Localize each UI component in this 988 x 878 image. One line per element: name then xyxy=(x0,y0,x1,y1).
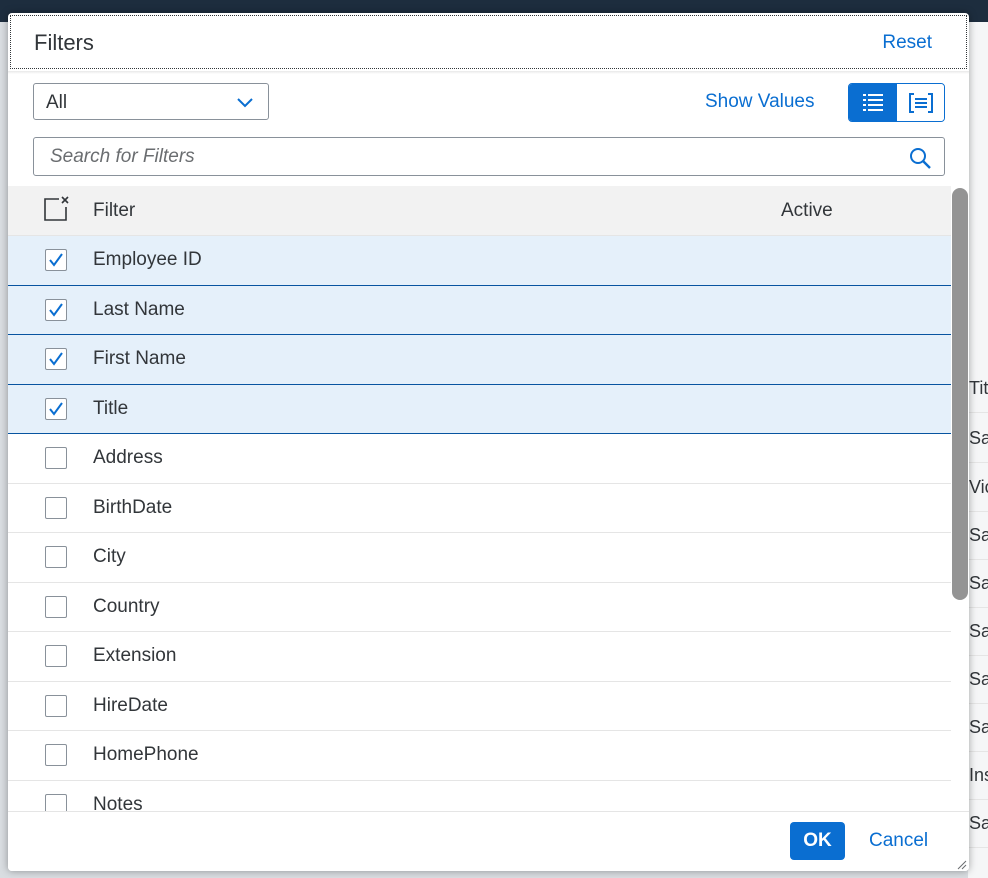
row-label: HireDate xyxy=(93,694,168,716)
background-cell: Sa xyxy=(968,511,988,560)
table-row[interactable]: City xyxy=(8,533,951,583)
background-cell: Vic xyxy=(968,463,988,512)
filter-scope-select[interactable]: All xyxy=(33,83,269,120)
row-label: Last Name xyxy=(93,298,185,320)
cancel-button[interactable]: Cancel xyxy=(869,822,928,860)
table-row[interactable]: Address xyxy=(8,434,951,484)
row-label: Country xyxy=(93,595,160,617)
background-cell: Tit xyxy=(968,364,988,413)
show-values-link[interactable]: Show Values xyxy=(705,83,815,120)
header-divider xyxy=(8,71,969,74)
row-checkbox[interactable] xyxy=(45,793,67,811)
table-row[interactable]: HomePhone xyxy=(8,731,951,781)
table-row[interactable]: Notes xyxy=(8,780,951,812)
reset-button[interactable]: Reset xyxy=(882,16,932,70)
background-cell: Sa xyxy=(968,414,988,463)
grouped-view-button[interactable] xyxy=(896,84,944,121)
row-checkbox[interactable] xyxy=(45,298,67,321)
table-row[interactable]: Last Name xyxy=(8,285,951,335)
table-scrollbar[interactable] xyxy=(951,186,969,811)
background-cell: Sa xyxy=(968,607,988,656)
checkmark-icon xyxy=(49,401,63,416)
list-view-icon xyxy=(862,93,883,111)
view-toggle xyxy=(848,83,945,122)
row-checkbox[interactable] xyxy=(45,249,67,271)
row-checkbox[interactable] xyxy=(45,645,67,667)
table-row[interactable]: Extension xyxy=(8,632,951,682)
row-checkbox[interactable] xyxy=(45,496,67,519)
filters-table: Filter Active Employee ID Last Name Firs… xyxy=(8,186,951,811)
table-row[interactable]: Title xyxy=(8,384,951,434)
dialog-title: Filters xyxy=(34,30,94,55)
table-row[interactable]: Country xyxy=(8,582,951,632)
table-row[interactable]: BirthDate xyxy=(8,483,951,533)
background-cell: Sa xyxy=(968,655,988,704)
checkmark-icon xyxy=(49,302,63,317)
background-cell: Sa xyxy=(968,559,988,608)
background-cell: Ins xyxy=(968,751,988,800)
row-label: BirthDate xyxy=(93,496,173,518)
background-cell: Sa xyxy=(968,703,988,752)
row-checkbox[interactable] xyxy=(45,546,67,568)
row-checkbox[interactable] xyxy=(45,447,67,469)
row-checkbox[interactable] xyxy=(45,744,67,766)
row-label: Title xyxy=(93,397,129,419)
row-label: City xyxy=(93,546,126,567)
row-label: HomePhone xyxy=(93,744,199,765)
scrollbar-thumb[interactable] xyxy=(952,188,968,600)
row-label: First Name xyxy=(93,348,186,369)
search-input[interactable] xyxy=(34,138,910,175)
row-label: Employee ID xyxy=(93,249,202,270)
filters-dialog: Filters Reset All Show Values Search for… xyxy=(8,13,969,871)
table-row[interactable]: Employee ID xyxy=(8,236,951,286)
row-label: Extension xyxy=(93,645,177,666)
row-checkbox[interactable] xyxy=(45,397,67,420)
background-table-strip: Tit Sa Vic Sa Sa Sa Sa Sa Ins Sa xyxy=(968,22,988,878)
table-row[interactable]: First Name xyxy=(8,335,951,385)
row-checkbox[interactable] xyxy=(45,595,67,618)
checkmark-icon xyxy=(49,352,63,366)
list-view-button[interactable] xyxy=(849,84,896,121)
row-checkbox[interactable] xyxy=(45,348,67,370)
table-row[interactable]: HireDate xyxy=(8,681,951,731)
table-body: Employee ID Last Name First Name Title A… xyxy=(8,236,951,811)
search-icon[interactable] xyxy=(908,146,932,170)
filter-search-field xyxy=(33,137,945,176)
deselect-all-icon[interactable] xyxy=(44,196,70,222)
background-cell: Sa xyxy=(968,799,988,848)
checkmark-icon xyxy=(49,253,63,267)
dialog-footer: OK Cancel xyxy=(8,811,969,871)
row-label: Notes xyxy=(93,793,143,812)
table-header: Filter Active xyxy=(8,186,951,236)
ok-button[interactable]: OK xyxy=(790,822,845,860)
column-header-active: Active xyxy=(781,200,833,221)
column-header-filter: Filter xyxy=(93,200,136,221)
row-label: Address xyxy=(93,447,163,468)
resize-handle-icon[interactable] xyxy=(955,858,967,870)
row-checkbox[interactable] xyxy=(45,694,67,717)
grouped-view-icon xyxy=(908,92,933,113)
chevron-down-icon xyxy=(237,98,253,108)
dialog-header: Filters Reset xyxy=(10,15,967,69)
filter-scope-value: All xyxy=(46,92,68,113)
